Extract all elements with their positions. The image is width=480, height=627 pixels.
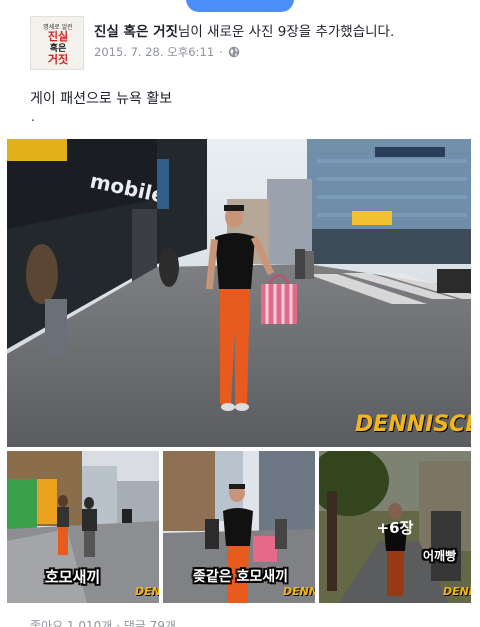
page-name-link[interactable]: 진실 혹은 거짓 xyxy=(94,24,178,40)
post-action-text: 님이 새로운 사진 9장을 추가했습니다. xyxy=(177,24,395,40)
feed-card: 명세로 알린 진실 혹은 거짓 진실 혹은 거짓님이 새로운 사진 9장을 추가… xyxy=(0,0,480,627)
thumbnail-1-caption: 호모새끼 xyxy=(45,568,101,586)
thumbnail-photo-2[interactable]: 좆같은 호모새끼 DENNIS xyxy=(163,451,315,603)
main-photo[interactable]: mobile DENNISC xyxy=(7,139,471,447)
more-photos-label[interactable]: +6장 xyxy=(319,517,471,538)
post-meta: 2015. 7. 28. 오후6:11 · xyxy=(94,44,240,60)
post-body-text: 게이 패션으로 뉴욕 활보 xyxy=(30,91,173,107)
avatar-line-3: 거짓 xyxy=(47,53,69,66)
thumbnail-2-caption: 좆같은 호모새끼 xyxy=(193,569,289,585)
main-photo-scene: mobile xyxy=(7,139,471,447)
post-header: 명세로 알린 진실 혹은 거짓 진실 혹은 거짓님이 새로운 사진 9장을 추가… xyxy=(30,16,470,72)
main-photo-watermark: DENNISCEE xyxy=(355,412,471,437)
avatar-line-1: 진실 xyxy=(47,30,69,43)
globe-icon[interactable] xyxy=(228,46,240,58)
post-body-trailer: . xyxy=(31,110,35,124)
thumbnail-2-watermark: DENNIS xyxy=(283,585,315,598)
thumbnail-3-watermark: DENN xyxy=(443,585,471,598)
thumbnail-photo-3[interactable]: +6장 어깨빵 DENN xyxy=(319,451,471,603)
thumbnail-1-watermark: DENN xyxy=(135,585,159,598)
new-posts-pill[interactable] xyxy=(186,0,294,12)
reaction-stats[interactable]: 좋아요 1,010개 · 댓글 79개 xyxy=(30,617,176,627)
thumbnail-3-caption: 어깨빵 xyxy=(423,549,457,563)
post-timestamp[interactable]: 2015. 7. 28. 오후6:11 xyxy=(94,44,214,60)
page-avatar[interactable]: 명세로 알린 진실 혹은 거짓 xyxy=(30,16,84,70)
post-author-line: 진실 혹은 거짓님이 새로운 사진 9장을 추가했습니다. xyxy=(94,20,394,40)
thumbnail-photo-1[interactable]: 호모새끼 DENN xyxy=(7,451,159,603)
meta-separator: · xyxy=(219,45,223,59)
